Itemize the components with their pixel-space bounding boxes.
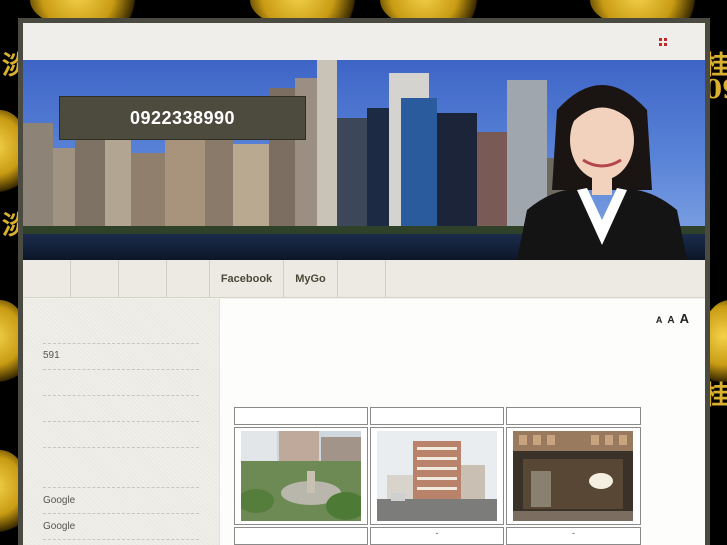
sidebar: 591 Google Google [23, 299, 219, 545]
phone-number: 0922338990 [129, 107, 236, 128]
flag-icon[interactable] [659, 38, 667, 46]
divider [43, 539, 199, 540]
divider [43, 421, 199, 422]
photo-caption: - [506, 527, 641, 545]
nav-item-facebook[interactable]: Facebook [210, 260, 284, 298]
main-nav: Facebook MyGo [23, 260, 705, 298]
font-size-large[interactable]: A [680, 311, 689, 326]
sidebar-link-google[interactable]: Google [43, 521, 75, 532]
gallery-header [234, 407, 368, 425]
sidebar-link-591[interactable]: 591 [43, 350, 60, 361]
divider [43, 447, 199, 448]
nav-item-mygo[interactable]: MyGo [284, 260, 338, 298]
site-frame: 0922338990 Facebook MyGo 591 Google Goog… [18, 18, 710, 545]
property-photo[interactable] [234, 427, 368, 525]
divider [43, 487, 199, 488]
gallery-header [370, 407, 504, 425]
photo-caption: - [370, 527, 504, 545]
nav-item[interactable] [71, 260, 119, 298]
font-size-medium[interactable]: A [667, 315, 674, 326]
nav-item[interactable] [167, 260, 210, 298]
property-photo[interactable] [370, 427, 504, 525]
divider [43, 513, 199, 514]
sidebar-link-google[interactable]: Google [43, 495, 75, 506]
divider [43, 395, 199, 396]
font-size-small[interactable]: A [656, 315, 663, 325]
page-container: 0922338990 Facebook MyGo 591 Google Goog… [23, 23, 705, 545]
photo-caption [234, 527, 368, 545]
divider [43, 343, 199, 344]
agent-portrait [517, 85, 687, 260]
main-content: A A A - - [219, 299, 705, 545]
property-photo[interactable] [506, 427, 641, 525]
font-size-switcher: A A A [656, 311, 689, 326]
nav-item[interactable] [119, 260, 167, 298]
nav-item[interactable] [338, 260, 386, 298]
top-bar [23, 23, 705, 60]
phone-number-box: 0922338990 [59, 96, 306, 140]
divider [43, 369, 199, 370]
gallery-header [506, 407, 641, 425]
header-banner: 0922338990 [23, 60, 705, 260]
nav-item[interactable] [386, 260, 705, 298]
nav-item[interactable] [23, 260, 71, 298]
